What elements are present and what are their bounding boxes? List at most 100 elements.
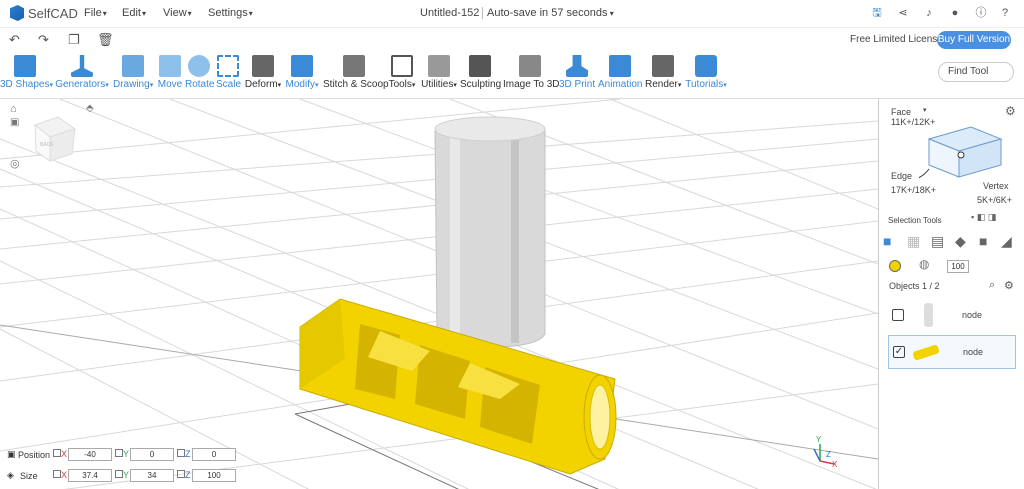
user-icon[interactable]: ● [948,6,962,20]
tool-sculpting[interactable]: Sculpting [460,52,501,90]
tool-3d-shapes[interactable]: 3D Shapes [0,52,50,90]
tool-rotate[interactable]: Rotate [185,52,214,90]
object-row-selected[interactable]: ✓ node [888,335,1016,369]
size-lock-x-checkbox[interactable] [53,470,61,478]
menu-view[interactable]: View [163,7,192,19]
z-axis-label: Z [185,449,191,459]
object-visibility-checkbox[interactable] [892,309,904,321]
orbit-icon[interactable]: ◎ [10,157,20,170]
edge-mode-label[interactable]: Edge [891,171,912,181]
save-icon[interactable]: 🖫 [870,6,884,20]
size-z-axis-label: Z [185,470,191,480]
tool-generators[interactable]: Generators [55,52,109,90]
size-x-axis-label: X [61,470,68,480]
select-box-icon[interactable]: ■ [979,233,987,249]
bell-icon[interactable]: ♪ [922,6,936,20]
object-thumbnail [924,303,933,327]
undo-icon[interactable]: ↶ [9,32,20,48]
home-icon[interactable]: ⌂ [10,103,17,115]
tool-stitch-scoop[interactable]: Stitch & Scoop [323,52,389,90]
render-icon [652,55,674,77]
svg-text:Z: Z [826,450,831,459]
lock-z-checkbox[interactable] [177,449,185,457]
size-lock-y-checkbox[interactable] [115,470,123,478]
brush-size-field[interactable]: 100 [947,260,969,273]
select-edge-icon[interactable]: ▤ [931,233,944,250]
vertex-count: 5K+/6K+ [977,195,1013,205]
deform-icon [252,55,274,77]
modify-icon [291,55,313,77]
object-name: node [962,310,983,320]
position-z-field[interactable]: 0 [192,448,236,461]
color-swatch[interactable] [889,260,901,272]
menu-edit[interactable]: Edit [122,7,146,19]
selection-mode-icons[interactable]: ▪ ◧ ◨ [971,212,996,223]
select-vertex-icon[interactable]: ◆ [955,233,966,250]
gray-prism-object[interactable] [434,116,546,348]
redo-icon[interactable]: ↷ [38,32,49,48]
tool-utilities[interactable]: Utilities [420,52,458,90]
object-row[interactable]: node [888,299,1016,333]
select-plane-icon[interactable]: ◢ [1001,233,1012,250]
x-axis-label: X [61,449,68,459]
animation-icon [609,55,631,77]
gear-icon[interactable]: ⚙ [1005,104,1016,118]
size-z-field[interactable]: 100 [192,469,236,482]
document-title[interactable]: Untitled-152 [420,7,479,19]
buy-full-version-button[interactable]: Buy Full Version [937,31,1011,49]
object-visibility-checkbox-checked[interactable]: ✓ [893,346,905,358]
position-x-field[interactable]: -40 [68,448,112,461]
chevron-down-icon[interactable]: ▾ [923,106,927,114]
3d-viewport[interactable]: BACK Y Z X ⌂ ▣ ⬘ ◎ ▣ Position X -40 Y 0 … [0,98,878,489]
quick-actions: ↶ ↷ ❐ 🗑 Free Limited License Buy Full Ve… [0,28,1024,52]
tool-deform[interactable]: Deform [244,52,282,90]
copy-icon[interactable]: ❐ [68,32,80,48]
share-icon[interactable]: ⋖ [896,6,910,20]
tool-move[interactable]: Move [156,52,184,90]
scene-canvas[interactable]: BACK Y Z X [0,99,878,489]
menu-settings[interactable]: Settings [208,7,253,19]
svg-text:BACK: BACK [40,142,54,148]
brush-icon[interactable]: ◍ [919,257,929,271]
tool-scale[interactable]: Scale [216,52,241,90]
selection-mode-cube[interactable] [919,117,1009,187]
camera-icon[interactable]: ⬘ [86,103,94,114]
sculpting-icon [469,55,491,77]
tool-drawing[interactable]: Drawing [113,52,153,90]
tool-modify[interactable]: Modify [285,52,319,90]
app-logo[interactable]: SelfCAD [10,5,78,21]
view-cube[interactable]: BACK [33,116,77,162]
find-tool-input[interactable]: Find Tool [938,62,1014,82]
selection-tools-label: Selection Tools [888,216,942,225]
size-y-axis-label: Y [123,470,130,480]
tool-image-to-3d[interactable]: Image To 3D [503,52,560,90]
tool-tutorials[interactable]: Tutorials [684,52,728,90]
size-y-field[interactable]: 34 [130,469,174,482]
tool-render[interactable]: Render [645,52,681,90]
tool-3d-print[interactable]: 3D Print [559,52,595,90]
lock-y-checkbox[interactable] [115,449,123,457]
size-icon: ◈ [7,470,14,480]
objects-settings-icon[interactable]: ⚙ [1004,279,1014,292]
size-lock-z-checkbox[interactable] [177,470,185,478]
search-icon[interactable]: ⌕ [989,279,995,292]
menu-file[interactable]: File [84,7,107,19]
tool-tools[interactable]: Tools [387,52,417,90]
size-x-field[interactable]: 37.4 [68,469,112,482]
tutorials-icon [695,55,717,77]
y-axis-label: Y [123,449,130,459]
lock-x-checkbox[interactable] [53,449,61,457]
help-icon[interactable]: ? [998,6,1012,20]
select-solid-icon[interactable]: ■ [883,233,891,249]
face-mode-label[interactable]: Face [891,107,911,117]
scale-icon [217,55,239,77]
tool-animation[interactable]: Animation [598,52,642,90]
autosave-status[interactable]: Auto-save in 57 seconds [482,7,614,19]
frame-icon[interactable]: ▣ [10,117,19,128]
trash-icon[interactable]: 🗑 [97,32,114,48]
right-panel: Face ▾ 11K+/12K+ ⚙ Edge Vertex 17K+/18K+… [878,98,1024,489]
position-y-field[interactable]: 0 [130,448,174,461]
select-mesh-icon[interactable]: ▦ [907,233,920,250]
vertex-mode-label[interactable]: Vertex [983,181,1009,191]
info-icon[interactable]: ⓘ [974,6,988,20]
